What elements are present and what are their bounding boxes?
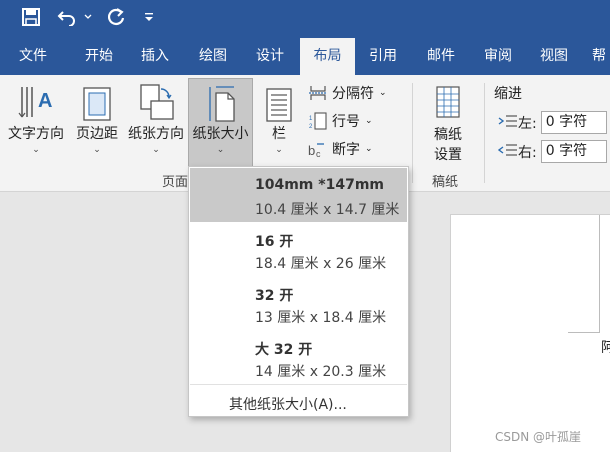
svg-text:2: 2 (309, 124, 313, 130)
paper-size-option[interactable]: 16 开 18.4 厘米 x 26 厘米 (190, 222, 407, 276)
paper-size-name: 16 开 (255, 234, 294, 250)
svg-text:1: 1 (309, 116, 313, 122)
columns-icon (258, 79, 300, 123)
tab-review[interactable]: 审阅 (472, 38, 524, 75)
margins-label: 页边距 (76, 126, 118, 142)
indent-left-icon (498, 114, 518, 132)
chevron-down-icon: ⌄ (275, 145, 283, 155)
document-page[interactable]: 阿 (450, 214, 610, 452)
text-direction-icon: A (4, 79, 68, 123)
chevron-down-icon: ⌄ (365, 144, 373, 154)
tab-references[interactable]: 引用 (358, 38, 408, 75)
paper-size-name: 大 32 开 (255, 342, 313, 358)
tab-draw[interactable]: 绘图 (188, 38, 238, 75)
draft-paper-label-1: 稿纸 (434, 127, 462, 143)
size-button[interactable]: 纸张大小 ⌄ (188, 78, 253, 167)
draft-paper-icon (420, 81, 476, 119)
text-direction-label: 文字方向 (8, 126, 64, 142)
menu-divider (190, 384, 407, 385)
svg-text:b: b (308, 143, 315, 158)
margins-button[interactable]: 页边距 ⌄ (70, 79, 124, 165)
line-numbers-label: 行号 (332, 114, 360, 130)
quick-access-toolbar (0, 0, 610, 38)
ribbon-tabs: 文件 开始 插入 绘图 设计 布局 引用 邮件 审阅 视图 帮 (0, 38, 610, 75)
hyphenation-icon: bc (308, 140, 328, 158)
paper-size-option[interactable]: 104mm *147mm 10.4 厘米 x 14.7 厘米 (190, 168, 407, 222)
undo-icon[interactable] (54, 4, 80, 30)
line-numbers-button[interactable]: 12 行号 ⌄ (308, 111, 373, 131)
tab-file[interactable]: 文件 (8, 38, 58, 75)
paper-size-name: 104mm *147mm (255, 177, 384, 193)
tab-view[interactable]: 视图 (529, 38, 579, 75)
group-separator (412, 83, 413, 183)
line-numbers-icon: 12 (308, 112, 328, 130)
chevron-down-icon: ⌄ (152, 145, 160, 155)
more-paper-sizes-item[interactable]: 其他纸张大小(A)... (229, 394, 347, 414)
paper-size-dims: 13 厘米 x 18.4 厘米 (255, 310, 387, 326)
indent-title: 缩进 (494, 86, 522, 102)
breaks-icon (308, 84, 328, 102)
indent-right-icon (497, 143, 518, 161)
paper-size-dropdown: 104mm *147mm 10.4 厘米 x 14.7 厘米 16 开 18.4… (188, 166, 409, 417)
chevron-down-icon: ⌄ (32, 145, 40, 155)
svg-text:c: c (316, 149, 321, 158)
group-page-setup-label: 页面 (162, 175, 189, 190)
watermark: CSDN @叶孤崖 (495, 430, 582, 444)
margin-corner-mark (568, 215, 600, 333)
tab-mailings[interactable]: 邮件 (416, 38, 466, 75)
indent-left-row: 左: 0 字符 (498, 111, 607, 134)
draft-paper-settings-button[interactable]: 稿纸 设置 (420, 81, 476, 167)
group-draft-label: 稿纸 (432, 175, 459, 190)
chevron-down-icon: ⌄ (93, 145, 101, 155)
paper-size-name: 32 开 (255, 288, 294, 304)
undo-dropdown-icon[interactable] (82, 4, 94, 30)
draft-paper-label-2: 设置 (434, 147, 462, 163)
hyphenation-label: 断字 (332, 142, 360, 158)
tab-insert[interactable]: 插入 (130, 38, 180, 75)
paper-size-dims: 14 厘米 x 20.3 厘米 (255, 364, 387, 380)
text-direction-button[interactable]: A 文字方向 ⌄ (4, 79, 68, 165)
document-text: 阿 (601, 340, 610, 356)
orientation-icon (126, 79, 186, 123)
indent-right-row: 右: 0 字符 (497, 140, 607, 163)
orientation-button[interactable]: 纸张方向 ⌄ (126, 79, 186, 165)
orientation-label: 纸张方向 (128, 126, 184, 142)
indent-right-label: 右: (518, 144, 537, 161)
columns-button[interactable]: 栏 ⌄ (258, 79, 300, 165)
size-label: 纸张大小 (192, 126, 249, 142)
breaks-label: 分隔符 (332, 86, 374, 102)
chevron-down-icon: ⌄ (365, 116, 373, 126)
paper-size-dims: 18.4 厘米 x 26 厘米 (255, 256, 387, 272)
svg-text:A: A (38, 90, 52, 112)
hyphenation-button[interactable]: bc 断字 ⌄ (308, 139, 373, 159)
save-icon[interactable] (18, 4, 44, 30)
breaks-button[interactable]: 分隔符 ⌄ (308, 83, 387, 103)
tab-layout[interactable]: 布局 (300, 38, 355, 75)
paper-size-option[interactable]: 32 开 13 厘米 x 18.4 厘米 (190, 276, 407, 330)
paper-size-dims: 10.4 厘米 x 14.7 厘米 (255, 202, 400, 218)
margins-icon (70, 79, 124, 123)
tab-help[interactable]: 帮 (588, 38, 610, 75)
group-separator (484, 83, 485, 183)
indent-left-label: 左: (518, 115, 537, 132)
redo-icon[interactable] (104, 4, 130, 30)
customize-qat-icon[interactable] (140, 4, 158, 30)
columns-label: 栏 (272, 126, 286, 142)
tab-home[interactable]: 开始 (72, 38, 126, 75)
paper-size-option[interactable]: 大 32 开 14 厘米 x 20.3 厘米 (190, 330, 407, 384)
tab-design[interactable]: 设计 (245, 38, 295, 75)
paper-size-icon (189, 79, 252, 123)
chevron-down-icon: ⌄ (379, 88, 387, 98)
chevron-down-icon: ⌄ (216, 145, 225, 155)
indent-left-input[interactable]: 0 字符 (540, 111, 607, 134)
indent-right-input[interactable]: 0 字符 (540, 140, 607, 163)
